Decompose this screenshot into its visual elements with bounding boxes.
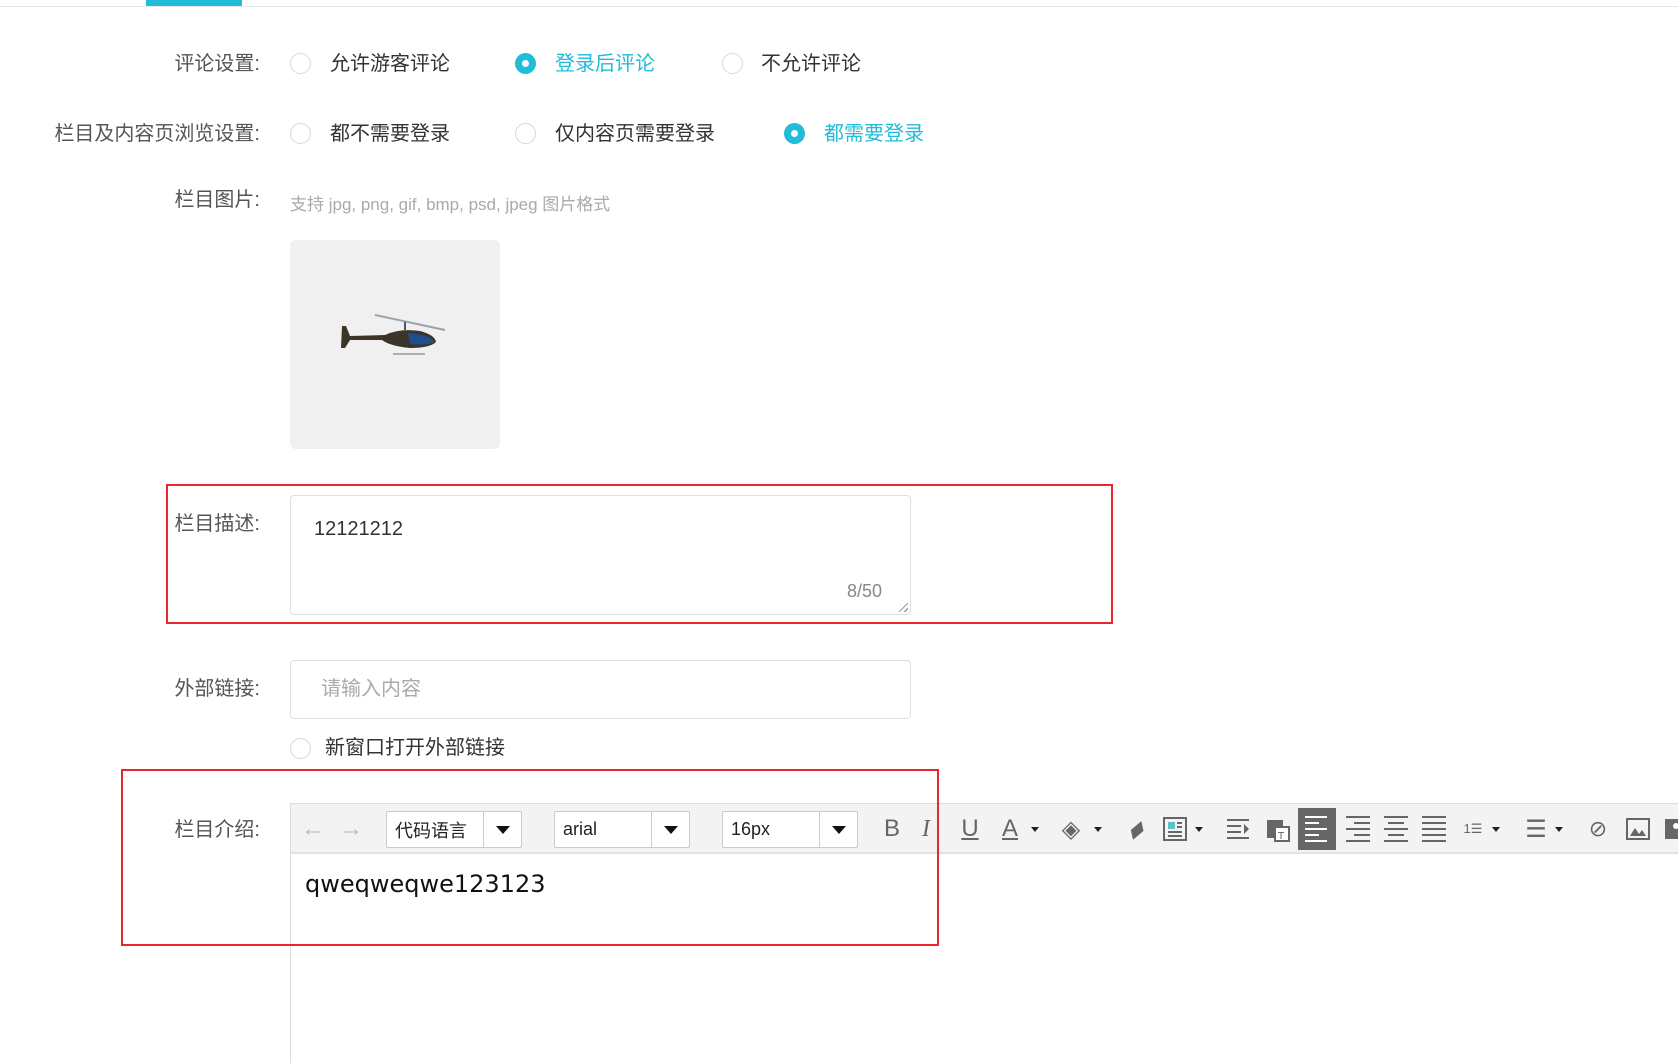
intro-label: 栏目介绍:: [174, 819, 260, 841]
radio-label-allow-guest[interactable]: 允许游客评论: [330, 52, 450, 76]
font-size-select[interactable]: 16px: [722, 811, 858, 848]
radio-label-all-login[interactable]: 都需要登录: [824, 122, 924, 146]
align-left-icon[interactable]: [1298, 808, 1336, 850]
bold-icon[interactable]: B: [876, 804, 908, 854]
radio-content-login-required[interactable]: [515, 123, 536, 144]
radio-allow-guest-comment[interactable]: [290, 53, 311, 74]
image-icon[interactable]: [1623, 804, 1653, 854]
italic-icon[interactable]: I: [913, 804, 939, 854]
chevron-down-icon[interactable]: [819, 812, 857, 847]
chevron-down-icon[interactable]: [1031, 827, 1039, 832]
description-textarea[interactable]: 12121212 8/50: [290, 495, 911, 615]
unordered-list-icon[interactable]: ☰: [1521, 804, 1551, 854]
chevron-down-icon[interactable]: [1492, 827, 1500, 832]
align-justify-icon[interactable]: [1419, 804, 1449, 854]
description-value: 12121212: [314, 518, 403, 540]
chevron-down-icon[interactable]: [1195, 827, 1203, 832]
editor-toolbar: ← → 代码语言 arial 16px B I U A ◈ ▰ T 1☰ ☰ ⊘: [291, 804, 1678, 854]
tab-divider: [0, 6, 1678, 7]
font-family-select[interactable]: arial: [554, 811, 690, 848]
image-format-hint: 支持 jpg, png, gif, bmp, psd, jpeg 图片格式: [290, 195, 611, 214]
radio-label-content-login[interactable]: 仅内容页需要登录: [555, 122, 715, 146]
image-upload-preview[interactable]: [290, 240, 500, 449]
radio-label-no-login[interactable]: 都不需要登录: [330, 122, 450, 146]
description-label: 栏目描述:: [174, 513, 260, 535]
rich-text-editor[interactable]: ← → 代码语言 arial 16px B I U A ◈ ▰ T 1☰ ☰ ⊘…: [290, 803, 1678, 1063]
chevron-down-icon[interactable]: [1555, 827, 1563, 832]
indent-icon[interactable]: [1223, 804, 1253, 854]
external-link-label: 外部链接:: [174, 678, 260, 700]
new-window-radio[interactable]: [290, 738, 311, 759]
image-label: 栏目图片:: [174, 189, 260, 211]
radio-label-after-login[interactable]: 登录后评论: [555, 52, 655, 76]
font-color-icon[interactable]: A: [996, 804, 1024, 854]
background-color-icon[interactable]: ◈: [1056, 804, 1086, 854]
undo-icon[interactable]: ←: [297, 804, 329, 854]
paste-text-icon[interactable]: T: [1263, 804, 1293, 854]
eraser-icon[interactable]: ▰: [1108, 800, 1163, 858]
comment-setting-label: 评论设置:: [174, 53, 260, 75]
radio-label-no-comment[interactable]: 不允许评论: [761, 52, 861, 76]
template-icon[interactable]: [1161, 804, 1189, 854]
radio-no-login-required[interactable]: [290, 123, 311, 144]
redo-icon[interactable]: →: [335, 804, 367, 854]
radio-no-comment[interactable]: [722, 53, 743, 74]
new-window-label[interactable]: 新窗口打开外部链接: [325, 736, 505, 760]
align-right-icon[interactable]: [1343, 804, 1373, 854]
resize-handle-icon[interactable]: [899, 603, 908, 612]
external-link-input[interactable]: [290, 660, 911, 719]
chevron-down-icon[interactable]: [651, 812, 689, 847]
underline-icon[interactable]: U: [956, 804, 984, 854]
browse-setting-label: 栏目及内容页浏览设置:: [54, 123, 260, 145]
code-language-select[interactable]: 代码语言: [386, 811, 522, 848]
chevron-down-icon[interactable]: [483, 812, 521, 847]
align-center-icon[interactable]: [1381, 804, 1411, 854]
radio-all-login-required[interactable]: [784, 123, 805, 144]
description-char-counter: 8/50: [846, 581, 882, 601]
radio-comment-after-login[interactable]: [515, 53, 536, 74]
svg-text:T: T: [1277, 831, 1285, 842]
editor-content[interactable]: qweqweqwe123123: [305, 870, 546, 898]
link-icon[interactable]: ⊘: [1583, 804, 1613, 854]
ordered-list-icon[interactable]: 1☰: [1458, 804, 1488, 854]
chevron-down-icon[interactable]: [1094, 827, 1102, 832]
helicopter-image: [341, 314, 446, 355]
active-tab-indicator: [146, 0, 242, 6]
insert-media-icon[interactable]: [1661, 804, 1678, 854]
